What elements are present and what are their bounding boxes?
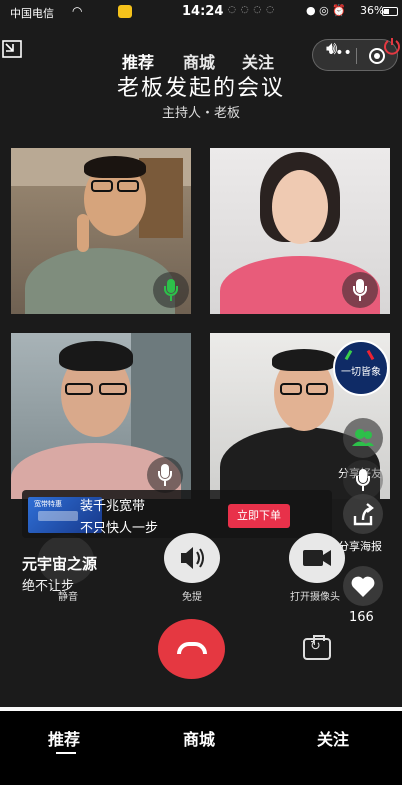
- speaker-icon: [181, 547, 204, 569]
- power-icon[interactable]: [383, 36, 401, 56]
- like-button[interactable]: [343, 566, 383, 606]
- alarm-icon: ● ◎ ⏰: [306, 4, 346, 17]
- app-notification-icon: [118, 5, 132, 18]
- status-bar: 中国电信 ◠ 14:24 ◌ ◌ ◌ ◌ ● ◎ ⏰ 36%: [0, 0, 402, 24]
- share-friend-button[interactable]: [343, 418, 383, 458]
- ad-headline: 装千兆宽带: [80, 499, 146, 514]
- mic-idle-icon: [147, 457, 183, 493]
- heart-icon: [351, 576, 375, 597]
- share-poster-button[interactable]: [343, 494, 383, 534]
- meeting-host: 主持人・老板: [161, 106, 240, 121]
- meeting-title: 老板发起的会议: [116, 76, 285, 101]
- bottom-nav: 推荐 商城 关注: [0, 711, 402, 785]
- video-tile-participant-2[interactable]: [210, 148, 390, 314]
- video-tile-participant-1[interactable]: [11, 148, 191, 314]
- speaker-button[interactable]: [164, 533, 220, 583]
- hang-up-button[interactable]: [158, 619, 225, 679]
- flip-camera-icon[interactable]: [303, 635, 331, 660]
- ad-banner[interactable]: 宽带特惠 装千兆宽带 不只快人一步 立即下单: [22, 490, 332, 538]
- speaker-label: 免提: [182, 592, 202, 603]
- share-icon: [353, 503, 374, 526]
- ad-subline: 不只快人一步: [80, 521, 159, 536]
- carrier-label: 中国电信: [10, 7, 54, 20]
- mic-idle-icon: [342, 272, 378, 308]
- bottom-nav-mall[interactable]: 商城: [183, 726, 215, 750]
- phone-icon: [177, 642, 207, 654]
- camera-button[interactable]: [289, 533, 345, 583]
- ad-thumb-label: 宽带特惠: [34, 500, 62, 508]
- video-caption-title: 元宇宙之源: [22, 555, 98, 573]
- mic-active-icon: [153, 272, 189, 308]
- ad-order-button[interactable]: 立即下单: [228, 504, 290, 528]
- minimize-window-icon[interactable]: [2, 40, 22, 58]
- active-tab-indicator: [56, 752, 76, 754]
- wifi-icon: ◠: [72, 4, 83, 18]
- promo-avatar-text: 一切皆象: [341, 367, 381, 378]
- bottom-nav-follow[interactable]: 关注: [317, 726, 349, 750]
- camera-label: 打开摄像头: [290, 592, 340, 603]
- clock: 14:24: [182, 4, 224, 19]
- video-tile-participant-3[interactable]: [11, 333, 191, 499]
- bottom-nav-recommend[interactable]: 推荐: [48, 726, 80, 750]
- like-count: 166: [349, 610, 374, 625]
- promo-avatar[interactable]: 一切皆象: [333, 340, 389, 396]
- video-camera-icon: [303, 550, 331, 566]
- battery-percent: 36%: [360, 4, 385, 17]
- battery-icon: [382, 7, 398, 16]
- share-friend-icon: [352, 429, 374, 446]
- video-caption-subtitle: 绝不让步: [22, 579, 75, 594]
- volume-icon[interactable]: 🔊︎: [326, 38, 337, 59]
- notification-icons: ◌ ◌ ◌ ◌: [228, 5, 275, 15]
- participant-2-face: [272, 170, 328, 244]
